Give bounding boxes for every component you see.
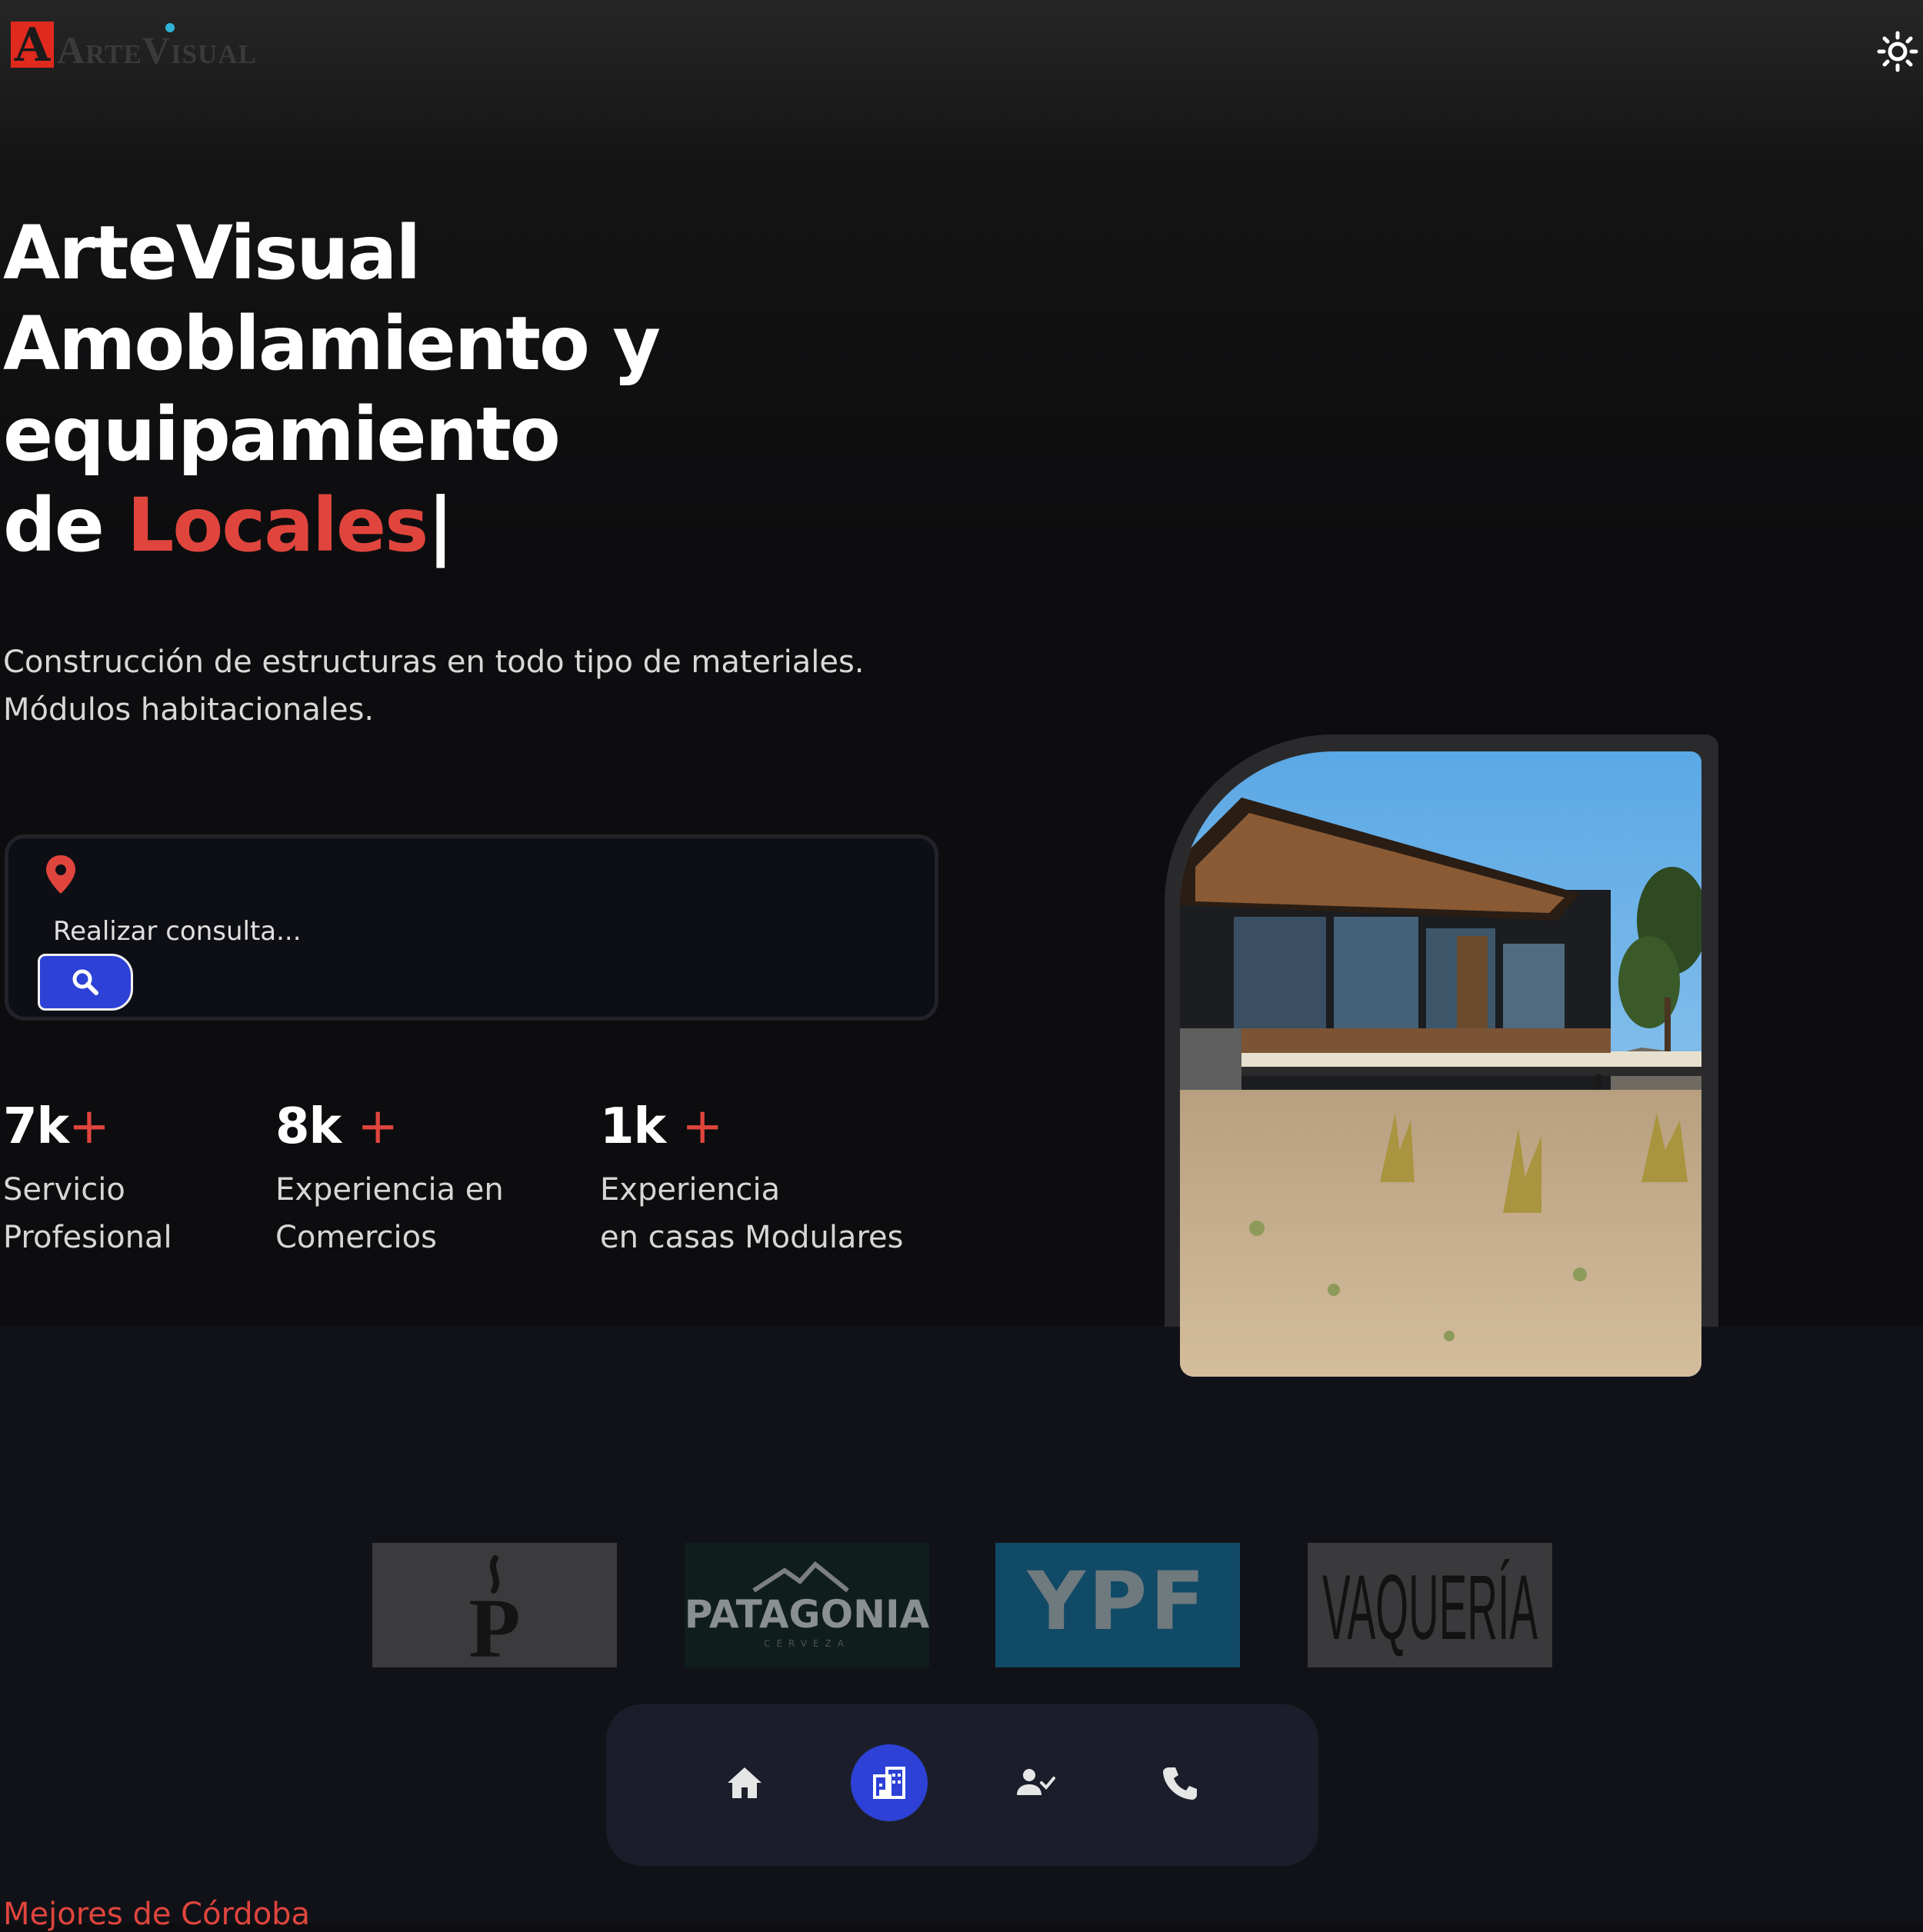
brand-tagline: CERVEZA	[764, 1638, 850, 1649]
stat-modular: 1k + Experiencia en casas Modulares	[600, 1092, 954, 1261]
subtitle-line-1: Construcción de estructuras en todo tipo…	[3, 645, 865, 680]
stat-number: 8k	[275, 1098, 342, 1155]
stat-label-line: Comercios	[275, 1220, 437, 1255]
consult-search-box	[5, 834, 938, 1021]
brand-name: PATAGONIA	[685, 1592, 929, 1637]
consult-input[interactable]	[52, 908, 824, 955]
search-icon	[72, 969, 98, 995]
brand-name: P	[468, 1581, 520, 1667]
footer-heading: Mejores de Córdoba	[3, 1897, 311, 1932]
stat-plus: +	[682, 1098, 723, 1155]
stat-label-line: Servicio	[3, 1172, 125, 1208]
stat-label-line: en casas Modulares	[600, 1220, 904, 1255]
building-icon	[873, 1767, 905, 1799]
stat-number: 1k	[600, 1098, 666, 1155]
brand-name: YPF	[1026, 1554, 1208, 1648]
bottom-nav	[606, 1704, 1318, 1866]
stat-commerce: 8k + Experiencia en Comercios	[275, 1092, 629, 1261]
phone-icon	[1163, 1767, 1197, 1800]
nav-users[interactable]	[997, 1744, 1074, 1821]
logo-badge: A	[11, 22, 54, 69]
title-line-1: ArteVisual	[3, 210, 421, 296]
map-pin-icon	[46, 855, 75, 894]
stat-label-line: Experiencia	[600, 1172, 781, 1208]
hero-subtitle: Construcción de estructuras en todo tipo…	[3, 638, 965, 734]
logo-text: ArteVisual	[57, 28, 257, 72]
user-check-icon	[1017, 1769, 1055, 1795]
brand-name: VAQUERÍA	[1322, 1557, 1538, 1660]
page-title: ArteVisual Amoblamiento y equipamiento d…	[3, 208, 926, 571]
typing-caret: |	[427, 482, 454, 568]
title-line-2: Amoblamiento y	[3, 301, 661, 387]
stat-number: 7k	[3, 1098, 69, 1155]
stat-plus: +	[68, 1098, 110, 1155]
brand-logo-ypf: YPF	[995, 1543, 1240, 1667]
search-button[interactable]	[38, 954, 133, 1011]
subtitle-line-2: Módulos habitacionales.	[3, 692, 375, 728]
title-accent-word: Locales	[127, 482, 428, 568]
stat-plus: +	[357, 1098, 398, 1155]
hero-house-image	[1180, 751, 1701, 1377]
home-icon	[728, 1767, 762, 1798]
nav-buildings[interactable]	[851, 1744, 928, 1821]
nav-contact[interactable]	[1141, 1744, 1218, 1821]
title-line-3: equipamiento	[3, 391, 561, 478]
brand-logo-vaqueria: VAQUERÍA	[1308, 1543, 1552, 1667]
title-prefix: de	[3, 482, 105, 568]
stat-label-line: Experiencia en	[275, 1172, 504, 1208]
theme-toggle-button[interactable]	[1877, 31, 1918, 72]
stat-label-line: Profesional	[3, 1220, 172, 1255]
brand-logo-p: P	[372, 1543, 617, 1675]
brand-logo-patagonia: PATAGONIA CERVEZA	[685, 1543, 930, 1667]
nav-home[interactable]	[706, 1744, 783, 1821]
brand-logo[interactable]: A ArteVisual	[9, 17, 271, 82]
sun-icon	[1877, 31, 1918, 72]
